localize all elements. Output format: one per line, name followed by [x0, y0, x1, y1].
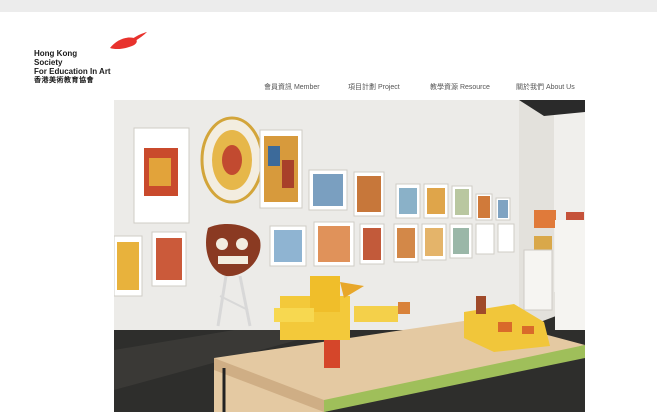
site-header: Hong Kong Society For Education In Art 香…	[0, 12, 657, 100]
nav-item-about-us[interactable]: 關於我們 About Us	[516, 82, 575, 92]
logo-text-chinese: 香港美術教育協會	[34, 77, 94, 84]
logo-text-line1: Hong Kong	[34, 49, 78, 58]
logo-text-line3: For Education In Art	[34, 67, 111, 76]
logo-text-line2: Society	[34, 58, 63, 67]
site-logo[interactable]: Hong Kong Society For Education In Art 香…	[34, 32, 154, 96]
hero-image	[114, 100, 585, 412]
exhibition-photo-illustration	[114, 100, 585, 412]
nav-item-resource[interactable]: 教學資源 Resource	[430, 82, 490, 92]
brush-stroke-icon	[110, 32, 147, 50]
nav-item-project[interactable]: 項目計劃 Project	[348, 82, 400, 92]
browser-top-strip	[0, 0, 657, 12]
nav-item-member[interactable]: 會員資訊 Member	[264, 82, 320, 92]
